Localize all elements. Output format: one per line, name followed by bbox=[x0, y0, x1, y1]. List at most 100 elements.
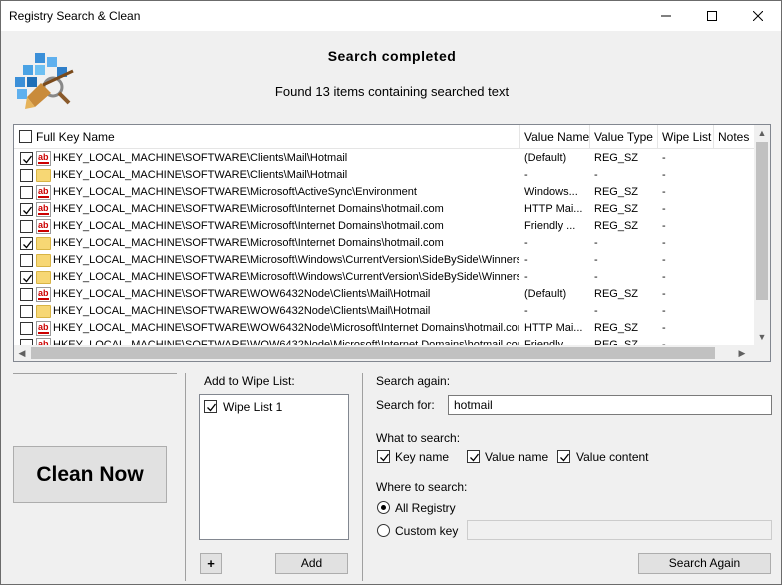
search-again-label: Search again: bbox=[376, 374, 451, 388]
value-name-cell: - bbox=[524, 254, 528, 266]
select-all-checkbox[interactable] bbox=[19, 130, 32, 143]
scroll-right-icon[interactable]: ▶ bbox=[734, 345, 750, 361]
table-row[interactable]: HKEY_LOCAL_MACHINE\SOFTWARE\Microsoft\In… bbox=[14, 235, 754, 252]
table-row[interactable]: abHKEY_LOCAL_MACHINE\SOFTWARE\WOW6432Nod… bbox=[14, 320, 754, 337]
custom-key-option[interactable]: Custom key bbox=[377, 523, 467, 539]
string-value-icon: ab bbox=[36, 202, 51, 217]
table-row[interactable]: ab HKEY_LOCAL_MACHINE\SOFTWARE\Clients\Ma… bbox=[14, 150, 754, 167]
full-key-name-cell: HKEY_LOCAL_MACHINE\SOFTWARE\Microsoft\In… bbox=[53, 237, 444, 249]
row-checkbox[interactable] bbox=[20, 203, 33, 216]
value-content-label: Value content bbox=[576, 450, 649, 464]
value-content-checkbox[interactable] bbox=[557, 450, 570, 463]
table-row[interactable]: abHKEY_LOCAL_MACHINE\SOFTWARE\WOW6432Nod… bbox=[14, 286, 754, 303]
scroll-up-icon[interactable]: ▲ bbox=[754, 125, 770, 141]
results-table-header: Full Key Name Value Name Value Type Wipe… bbox=[14, 125, 754, 149]
value-type-cell: REG_SZ bbox=[594, 203, 639, 215]
row-checkbox[interactable] bbox=[20, 322, 33, 335]
value-type-cell: - bbox=[594, 254, 598, 266]
vertical-scrollbar[interactable]: ▲ ▼ bbox=[754, 125, 770, 345]
wipe-list-cell: - bbox=[662, 169, 666, 181]
value-type-cell: - bbox=[594, 169, 598, 181]
value-name-option[interactable]: Value name bbox=[467, 449, 567, 465]
value-name-cell: (Default) bbox=[524, 288, 567, 300]
value-type-cell: REG_SZ bbox=[594, 186, 639, 198]
table-row[interactable]: ab HKEY_LOCAL_MACHINE\SOFTWARE\Microsoft\… bbox=[14, 218, 754, 235]
value-type-cell: REG_SZ bbox=[594, 152, 639, 164]
wipe-list-item-checkbox[interactable] bbox=[204, 400, 217, 413]
wipe-list-cell: - bbox=[662, 237, 666, 249]
column-label: Full Key Name bbox=[36, 130, 115, 144]
results-summary: Found 13 items containing searched text bbox=[274, 84, 510, 99]
row-checkbox[interactable] bbox=[20, 288, 33, 301]
column-value-type[interactable]: Value Type bbox=[590, 125, 658, 149]
row-checkbox[interactable] bbox=[20, 169, 33, 182]
search-again-button[interactable]: Search Again bbox=[638, 553, 771, 574]
minimize-button[interactable] bbox=[643, 1, 689, 31]
value-content-option[interactable]: Value content bbox=[557, 449, 667, 465]
value-type-cell: - bbox=[594, 237, 598, 249]
row-checkbox[interactable] bbox=[20, 186, 33, 199]
results-table[interactable]: Full Key Name Value Name Value Type Wipe… bbox=[13, 124, 771, 362]
scroll-left-icon[interactable]: ◀ bbox=[14, 345, 30, 361]
what-to-search-label: What to search: bbox=[376, 431, 461, 445]
custom-key-input[interactable] bbox=[467, 520, 772, 540]
table-row[interactable]: HKEY_LOCAL_MACHINE\SOFTWARE\Clients\Mail… bbox=[14, 167, 754, 184]
folder-icon bbox=[36, 169, 51, 182]
add-wipe-list-button[interactable]: + bbox=[200, 553, 222, 574]
row-checkbox[interactable] bbox=[20, 271, 33, 284]
table-row[interactable]: ab HKEY_LOCAL_MACHINE\SOFTWARE\Microsoft\… bbox=[14, 184, 754, 201]
all-registry-option[interactable]: All Registry bbox=[377, 500, 477, 516]
key-name-option[interactable]: Key name bbox=[377, 449, 477, 465]
row-checkbox[interactable] bbox=[20, 305, 33, 318]
wipe-list-item[interactable]: Wipe List 1 bbox=[204, 399, 344, 415]
wipe-list-cell: - bbox=[662, 322, 666, 334]
separator bbox=[13, 373, 177, 374]
wipe-list-cell: - bbox=[662, 254, 666, 266]
close-button[interactable] bbox=[735, 1, 781, 31]
horizontal-scrollbar[interactable]: ◀ ▶ bbox=[14, 345, 754, 361]
wipe-list-box[interactable]: Wipe List 1 bbox=[199, 394, 349, 540]
key-name-checkbox[interactable] bbox=[377, 450, 390, 463]
value-name-cell: - bbox=[524, 305, 528, 317]
all-registry-radio[interactable] bbox=[377, 501, 390, 514]
value-type-cell: REG_SZ bbox=[594, 220, 639, 232]
row-checkbox[interactable] bbox=[20, 152, 33, 165]
full-key-name-cell: HKEY_LOCAL_MACHINE\SOFTWARE\Microsoft\Ac… bbox=[53, 186, 417, 198]
scroll-down-icon[interactable]: ▼ bbox=[754, 329, 770, 345]
folder-icon bbox=[36, 237, 51, 250]
where-to-search-label: Where to search: bbox=[376, 480, 468, 494]
string-value-icon: ab bbox=[36, 219, 51, 234]
maximize-button[interactable] bbox=[689, 1, 735, 31]
key-name-label: Key name bbox=[395, 450, 450, 464]
column-notes[interactable]: Notes bbox=[714, 125, 754, 149]
table-row[interactable]: HKEY_LOCAL_MACHINE\SOFTWARE\Microsoft\Wi… bbox=[14, 252, 754, 269]
column-value-name[interactable]: Value Name bbox=[520, 125, 590, 149]
custom-key-radio[interactable] bbox=[377, 524, 390, 537]
wipe-list-cell: - bbox=[662, 220, 666, 232]
search-input[interactable] bbox=[448, 395, 772, 415]
folder-icon bbox=[36, 254, 51, 267]
value-name-cell: HTTP Mai... bbox=[524, 322, 583, 334]
table-row[interactable]: HKEY_LOCAL_MACHINE\SOFTWARE\Microsoft\Wi… bbox=[14, 269, 754, 286]
row-checkbox[interactable] bbox=[20, 254, 33, 267]
column-full-key-name[interactable]: Full Key Name bbox=[14, 125, 520, 149]
row-checkbox[interactable] bbox=[20, 237, 33, 250]
row-checkbox[interactable] bbox=[20, 220, 33, 233]
checkmark-icon bbox=[560, 453, 570, 462]
value-name-checkbox[interactable] bbox=[467, 450, 480, 463]
scrollbar-corner bbox=[754, 345, 770, 361]
checkmark-icon bbox=[23, 274, 33, 283]
vertical-scroll-thumb[interactable] bbox=[756, 142, 768, 300]
table-row[interactable]: HKEY_LOCAL_MACHINE\SOFTWARE\WOW6432Node\… bbox=[14, 303, 754, 320]
app-window: Registry Search & Clean Search completed… bbox=[0, 0, 782, 585]
table-row[interactable]: ab HKEY_LOCAL_MACHINE\SOFTWARE\Microsoft\… bbox=[14, 201, 754, 218]
horizontal-scroll-thumb[interactable] bbox=[31, 347, 715, 359]
value-name-cell: (Default) bbox=[524, 152, 567, 164]
clean-now-button[interactable]: Clean Now bbox=[13, 446, 167, 503]
column-wipe-list[interactable]: Wipe List bbox=[658, 125, 714, 149]
title-bar: Registry Search & Clean bbox=[1, 1, 781, 31]
wipe-list-cell: - bbox=[662, 271, 666, 283]
add-button[interactable]: Add bbox=[275, 553, 348, 574]
string-value-icon: ab bbox=[36, 287, 51, 302]
value-type-cell: - bbox=[594, 271, 598, 283]
